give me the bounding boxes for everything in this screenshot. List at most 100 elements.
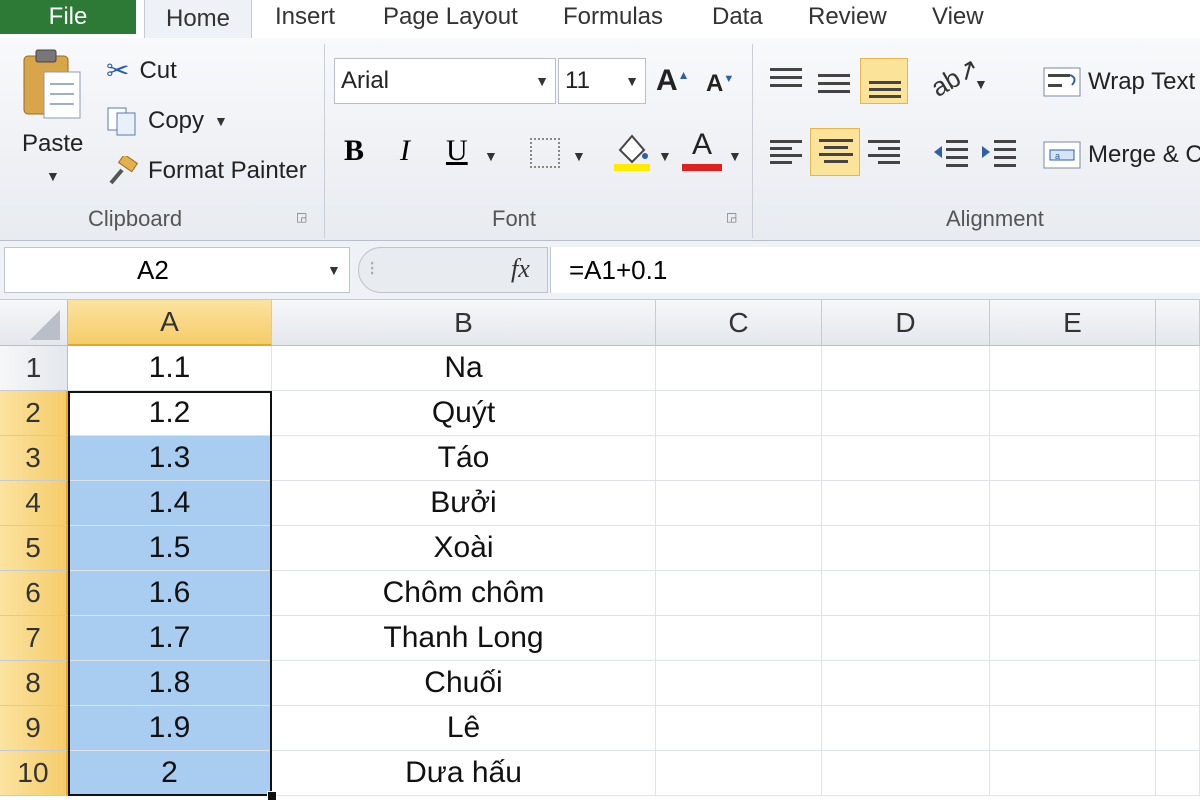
cell-a[interactable]: 2 <box>68 751 272 796</box>
underline-button[interactable]: U <box>446 134 468 168</box>
tab-formulas[interactable]: Formulas <box>563 0 663 34</box>
cell-empty[interactable] <box>990 526 1156 571</box>
cell-empty[interactable] <box>656 751 822 796</box>
chevron-down-icon[interactable]: ▼ <box>327 262 341 278</box>
decrease-indent-icon[interactable] <box>932 134 972 170</box>
orientation-dropdown-icon[interactable]: ▼ <box>974 76 988 92</box>
clipboard-dialog-launcher-icon[interactable]: ◲ <box>296 210 307 224</box>
merge-center-button[interactable]: a Merge & C <box>1042 138 1200 172</box>
paste-button[interactable]: Paste ▼ <box>14 46 90 196</box>
tab-view[interactable]: View <box>932 0 984 34</box>
cell-a[interactable]: 1.5 <box>68 526 272 571</box>
column-header-e[interactable]: E <box>990 300 1156 346</box>
cell-b[interactable]: Thanh Long <box>272 616 656 661</box>
cell-empty[interactable] <box>656 616 822 661</box>
cell-b[interactable]: Táo <box>272 436 656 481</box>
underline-dropdown-icon[interactable]: ▼ <box>484 148 498 164</box>
font-size-select[interactable]: 11 ▼ <box>558 58 646 104</box>
align-bottom-button[interactable] <box>860 58 908 104</box>
cell-b[interactable]: Chuối <box>272 661 656 706</box>
cell-b[interactable]: Chôm chôm <box>272 571 656 616</box>
tab-page-layout[interactable]: Page Layout <box>383 0 518 34</box>
cell-empty[interactable] <box>990 751 1156 796</box>
cell-a[interactable]: 1.1 <box>68 346 272 391</box>
cell-empty[interactable] <box>1156 526 1200 571</box>
cell-empty[interactable] <box>656 481 822 526</box>
font-color-dropdown-icon[interactable]: ▼ <box>728 148 742 164</box>
cell-empty[interactable] <box>1156 571 1200 616</box>
cell-a[interactable]: 1.4 <box>68 481 272 526</box>
tab-home[interactable]: Home <box>144 0 252 39</box>
cell-a[interactable]: 1.2 <box>68 391 272 436</box>
cell-empty[interactable] <box>822 571 990 616</box>
format-painter-button[interactable]: Format Painter <box>106 156 307 186</box>
copy-button[interactable]: Copy ▼ <box>106 106 228 136</box>
tab-review[interactable]: Review <box>808 0 887 34</box>
cell-empty[interactable] <box>656 526 822 571</box>
cell-b[interactable]: Quýt <box>272 391 656 436</box>
column-header-c[interactable]: C <box>656 300 822 346</box>
row-header[interactable]: 1 <box>0 346 68 391</box>
cell-empty[interactable] <box>656 661 822 706</box>
cell-empty[interactable] <box>990 661 1156 706</box>
insert-function-icon[interactable]: fx <box>511 254 530 284</box>
bold-button[interactable]: B <box>344 134 364 168</box>
cell-empty[interactable] <box>822 526 990 571</box>
cell-empty[interactable] <box>990 616 1156 661</box>
cell-b[interactable]: Bưởi <box>272 481 656 526</box>
row-header[interactable]: 7 <box>0 616 68 661</box>
align-center-button[interactable] <box>810 128 860 176</box>
font-dialog-launcher-icon[interactable]: ◲ <box>726 210 737 224</box>
cell-empty[interactable] <box>656 346 822 391</box>
row-header[interactable]: 5 <box>0 526 68 571</box>
cell-empty[interactable] <box>822 481 990 526</box>
cell-a[interactable]: 1.3 <box>68 436 272 481</box>
borders-dropdown-icon[interactable]: ▼ <box>572 148 586 164</box>
cell-b[interactable]: Xoài <box>272 526 656 571</box>
cell-empty[interactable] <box>822 346 990 391</box>
tab-insert[interactable]: Insert <box>275 0 335 34</box>
font-family-select[interactable]: Arial ▼ <box>334 58 556 104</box>
row-header[interactable]: 6 <box>0 571 68 616</box>
cell-empty[interactable] <box>1156 751 1200 796</box>
cell-b[interactable]: Na <box>272 346 656 391</box>
row-header[interactable]: 3 <box>0 436 68 481</box>
cell-empty[interactable] <box>822 616 990 661</box>
tab-file[interactable]: File <box>0 0 136 34</box>
cell-a[interactable]: 1.6 <box>68 571 272 616</box>
row-header[interactable]: 9 <box>0 706 68 751</box>
cell-a[interactable]: 1.7 <box>68 616 272 661</box>
cell-empty[interactable] <box>656 391 822 436</box>
cell-empty[interactable] <box>822 391 990 436</box>
align-top-icon[interactable] <box>766 62 806 98</box>
cell-empty[interactable] <box>1156 616 1200 661</box>
font-color-button[interactable]: A <box>682 128 722 172</box>
align-right-icon[interactable] <box>864 134 904 170</box>
select-all-button[interactable] <box>0 300 68 346</box>
cell-b[interactable]: Dưa hấu <box>272 751 656 796</box>
grow-font-icon[interactable]: A▲ <box>656 64 690 98</box>
align-left-icon[interactable] <box>766 134 806 170</box>
cell-empty[interactable] <box>1156 661 1200 706</box>
borders-icon[interactable] <box>530 138 560 168</box>
cell-empty[interactable] <box>656 436 822 481</box>
fill-color-button[interactable] <box>612 130 652 172</box>
name-box[interactable]: A2 ▼ <box>4 247 350 293</box>
row-header[interactable]: 10 <box>0 751 68 796</box>
cell-empty[interactable] <box>990 706 1156 751</box>
cell-empty[interactable] <box>822 661 990 706</box>
cell-empty[interactable] <box>1156 391 1200 436</box>
cell-empty[interactable] <box>822 436 990 481</box>
align-middle-icon[interactable] <box>814 62 854 98</box>
cut-button[interactable]: ✂ Cut <box>106 54 177 87</box>
cell-empty[interactable] <box>1156 346 1200 391</box>
row-header[interactable]: 4 <box>0 481 68 526</box>
column-header-a[interactable]: A <box>68 300 272 346</box>
cell-empty[interactable] <box>990 571 1156 616</box>
increase-indent-icon[interactable] <box>980 134 1020 170</box>
copy-dropdown-icon[interactable]: ▼ <box>214 113 228 129</box>
cell-empty[interactable] <box>822 706 990 751</box>
column-header-f[interactable] <box>1156 300 1200 346</box>
cell-empty[interactable] <box>990 391 1156 436</box>
cell-a[interactable]: 1.9 <box>68 706 272 751</box>
